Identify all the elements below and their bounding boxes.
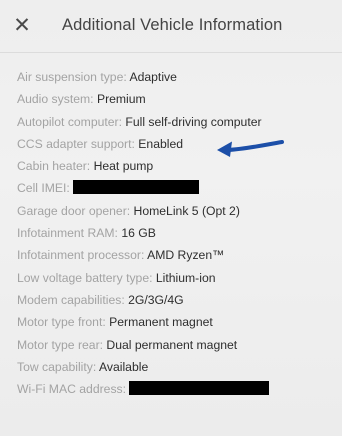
page-title: Additional Vehicle Information [62,16,283,34]
info-row-tow-capability: Tow capability: Available [17,356,337,378]
info-label: Motor type front: [17,315,106,330]
info-value: Enabled [138,136,184,151]
header: ✕ Additional Vehicle Information [0,0,342,58]
info-label: Garage door opener: [17,203,131,218]
info-label: Audio system: [17,92,94,107]
info-value: Dual permanent magnet [106,337,238,352]
info-row-wifi-mac: Wi-Fi MAC address: [17,378,337,400]
redaction-bar [129,381,270,396]
info-label: Autopilot computer: [17,114,123,129]
info-row-motor-rear: Motor type rear: Dual permanent magnet [17,334,337,356]
info-row-audio-system: Audio system: Premium [17,88,337,110]
info-row-air-suspension: Air suspension type: Adaptive [17,66,337,88]
info-label: Modem capabilities: [17,292,125,307]
redaction-bar [72,180,199,195]
info-value: Full self-driving computer [125,114,262,129]
info-value: 16 GB [121,226,156,241]
info-row-cabin-heater: Cabin heater: Heat pump [17,155,337,177]
info-value: HomeLink 5 (Opt 2) [133,203,240,218]
info-label: Tow capability: [17,359,97,374]
info-value: 2G/3G/4G [128,292,184,307]
info-value: Adaptive [129,70,177,84]
vehicle-info-list: Air suspension type: Adaptive Audio syst… [17,66,337,400]
info-value: AMD Ryzen™ [147,248,225,263]
info-row-motor-front: Motor type front: Permanent magnet [17,311,337,333]
close-icon[interactable]: ✕ [10,14,34,38]
info-row-autopilot-computer: Autopilot computer: Full self-driving co… [17,111,337,133]
header-divider [0,52,342,53]
vehicle-info-screen: ✕ Additional Vehicle Information Air sus… [0,0,342,436]
info-row-low-voltage-battery: Low voltage battery type: Lithium-ion [17,267,337,289]
info-label: Air suspension type: [17,70,127,84]
info-label: Wi-Fi MAC address: [17,382,127,397]
info-value: Permanent magnet [109,315,213,330]
info-label: Infotainment processor: [17,248,145,263]
annotation-arrow-icon [217,140,284,157]
info-row-infotainment-ram: Infotainment RAM: 16 GB [17,222,337,244]
info-row-modem: Modem capabilities: 2G/3G/4G [17,289,337,311]
info-label: Cell IMEI: [17,181,70,196]
info-row-cell-imei: Cell IMEI: [17,177,337,199]
info-row-infotainment-processor: Infotainment processor: AMD Ryzen™ [17,244,337,266]
info-value: Premium [96,92,146,107]
info-value: Available [98,359,149,374]
info-value: Heat pump [93,159,154,174]
info-row-ccs-adapter: CCS adapter support: Enabled [17,133,337,155]
info-row-garage-door: Garage door opener: HomeLink 5 (Opt 2) [17,200,337,222]
info-label: Motor type rear: [17,337,104,352]
info-value: Lithium-ion [155,270,216,285]
info-label: CCS adapter support: [17,136,135,151]
info-label: Cabin heater: [17,159,91,174]
info-label: Low voltage battery type: [17,270,153,285]
info-label: Infotainment RAM: [17,226,118,241]
